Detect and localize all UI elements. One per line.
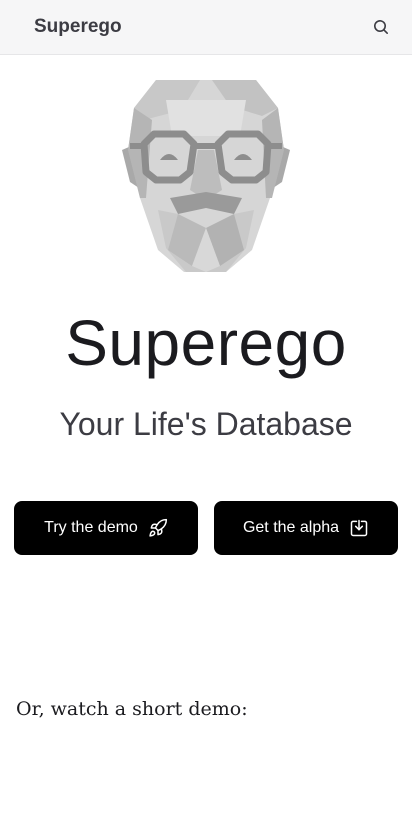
search-button[interactable] xyxy=(368,14,394,40)
freud-portrait-logo xyxy=(122,80,290,272)
get-alpha-label: Get the alpha xyxy=(242,519,340,536)
try-demo-button[interactable]: Try the demo xyxy=(14,501,198,555)
get-alpha-button[interactable]: Get the alpha xyxy=(214,501,398,555)
download-icon xyxy=(349,518,369,538)
search-icon xyxy=(374,20,388,34)
hero-tagline: Your Life's Database xyxy=(59,406,353,442)
watch-demo-label: Or, watch a short demo: xyxy=(16,698,248,720)
rocket-icon xyxy=(148,518,168,538)
try-demo-label: Try the demo xyxy=(44,519,138,536)
site-title[interactable]: Superego xyxy=(34,16,122,38)
hero-title: Superego xyxy=(65,307,347,379)
navbar: Superego xyxy=(0,0,412,55)
